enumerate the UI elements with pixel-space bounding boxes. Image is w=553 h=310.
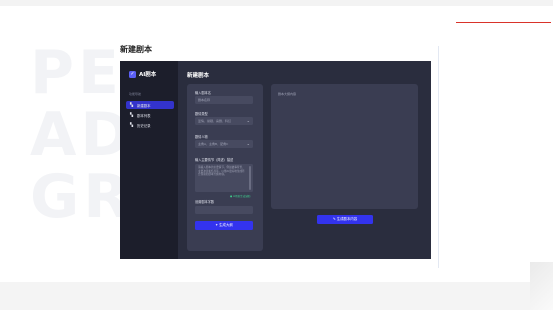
check-icon: ✓ [129, 70, 136, 78]
top-bar [0, 0, 553, 6]
word-count-input[interactable] [195, 206, 253, 214]
characters-select[interactable]: 主角A、主角B、配角C ⌄ [195, 140, 253, 148]
divider-line [438, 46, 439, 268]
chevron-down-icon: ⌄ [246, 141, 250, 146]
generate-script-button[interactable]: ✎ 生成剧本内容 [317, 215, 373, 224]
page-title: 新建剧本 [120, 45, 152, 54]
genre-value: 爱情、悬疑、喜剧、科幻 [198, 119, 232, 123]
script-name-input[interactable]: 剧本名称 [195, 96, 253, 104]
logo[interactable]: ✓ AI剧本 [129, 70, 156, 78]
sidebar: ✓ AI剧本 功能导航 ▚ 新建剧本 ▚ 剧本列表 ▚ 历史记录 [120, 61, 178, 259]
corner-decoration [530, 262, 553, 310]
bottom-strip [0, 282, 553, 310]
story-label: 输入主要情节（简述）描述 [195, 158, 234, 162]
grid-icon: ▚ [130, 102, 134, 107]
story-textarea[interactable]: 请输入剧本的主要情节，例如故事背景、主要冲突和结局等，以便AI更好地生成符合预期… [195, 164, 253, 192]
genre-label: 剧情类型 [195, 112, 208, 116]
script-name-label: 输入剧本名 [195, 91, 211, 95]
sidebar-item-new-script[interactable]: ▚ 新建剧本 [126, 101, 174, 109]
script-name-placeholder: 剧本名称 [198, 98, 211, 102]
grid-icon: ▚ [130, 112, 134, 117]
ai-hint: ● AI智能生成辅助 [230, 195, 251, 198]
form-panel: 输入剧本名 剧本名称 剧情类型 爱情、悬疑、喜剧、科幻 ⌄ 剧情人物 主角A、主… [187, 84, 263, 251]
app-window: ✓ AI剧本 功能导航 ▚ 新建剧本 ▚ 剧本列表 ▚ 历史记录 新建剧本 输入… [120, 61, 431, 259]
output-panel: 剧本大纲内容 [271, 84, 418, 209]
grid-icon: ▚ [130, 122, 134, 127]
word-count-label: 设置剧本字数 [195, 200, 215, 204]
sidebar-item-label: 新建剧本 [137, 103, 151, 108]
output-label: 剧本大纲内容 [278, 92, 297, 96]
genre-select[interactable]: 爱情、悬疑、喜剧、科幻 ⌄ [195, 117, 253, 125]
watermark-line: AD [30, 100, 135, 170]
textarea-scrollbar[interactable] [249, 166, 251, 190]
characters-value: 主角A、主角B、配角C [198, 142, 229, 146]
logo-text: AI剧本 [139, 72, 157, 78]
watermark-line: PE [30, 38, 123, 108]
sidebar-item-label: 历史记录 [137, 123, 151, 128]
sidebar-item-script-list[interactable]: ▚ 剧本列表 [126, 111, 174, 119]
generate-outline-button[interactable]: ✦ 生成大纲 [195, 221, 253, 230]
chevron-down-icon: ⌄ [246, 118, 250, 123]
background-watermark: PE AD GR [30, 42, 134, 228]
accent-line [456, 22, 551, 23]
main-title: 新建剧本 [187, 73, 210, 79]
sidebar-item-history[interactable]: ▚ 历史记录 [126, 121, 174, 129]
sidebar-section-label: 功能导航 [129, 92, 142, 96]
characters-label: 剧情人物 [195, 135, 208, 139]
watermark-line: GR [30, 162, 134, 232]
sidebar-item-label: 剧本列表 [137, 113, 151, 118]
